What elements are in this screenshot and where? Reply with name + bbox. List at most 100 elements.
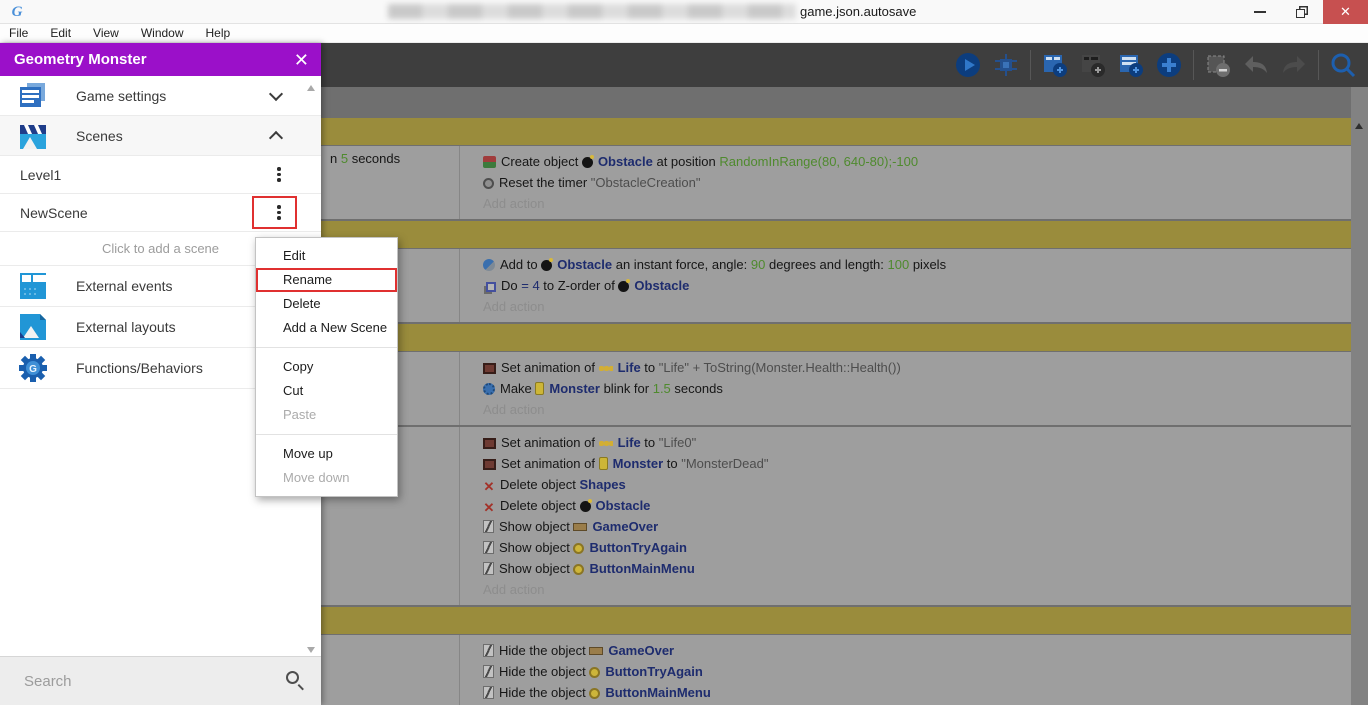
add-external-events-icon xyxy=(1079,51,1107,79)
event-text: Do xyxy=(501,278,521,293)
menu-file[interactable]: File xyxy=(0,26,39,40)
object-name: Monster xyxy=(549,381,600,396)
functions-behaviors-icon: G xyxy=(18,353,48,383)
object-name: GameOver xyxy=(592,519,658,534)
event-row[interactable]: Hide the object GameOverHide the object … xyxy=(321,635,1351,705)
event-text: blink for xyxy=(600,381,653,396)
action-row[interactable]: ✕Delete object Shapes xyxy=(483,474,1351,495)
section-game-settings[interactable]: Game settings xyxy=(0,76,321,116)
context-menu-item-paste[interactable]: Paste xyxy=(256,403,397,427)
menu-help[interactable]: Help xyxy=(195,26,242,40)
scene-item-level1[interactable]: Level1 xyxy=(0,156,321,194)
action-row[interactable]: Make Monster blink for 1.5 seconds xyxy=(483,378,1351,399)
add-new-button[interactable] xyxy=(1150,47,1188,83)
delete-icon: ✕ xyxy=(483,501,495,514)
section-label: Scenes xyxy=(76,128,123,144)
object-name: ButtonMainMenu xyxy=(605,685,710,700)
action-row[interactable]: Hide the object ButtonMainMenu xyxy=(483,682,1351,703)
action-row[interactable]: Set animation of Life to "Life" + ToStri… xyxy=(483,357,1351,378)
scroll-up-icon[interactable] xyxy=(1355,123,1363,129)
close-panel-icon[interactable]: ✕ xyxy=(294,51,309,69)
events-scrollbar[interactable] xyxy=(1351,87,1368,705)
timer-icon xyxy=(483,178,494,189)
event-text: Make xyxy=(500,381,535,396)
menu-edit[interactable]: Edit xyxy=(39,26,82,40)
context-menu-item-rename[interactable]: Rename xyxy=(256,268,397,292)
event-text: to xyxy=(641,360,659,375)
event-group-band[interactable] xyxy=(321,607,1351,634)
context-menu-item-move-down[interactable]: Move down xyxy=(256,466,397,490)
event-row[interactable]: Add to Obstacle an instant force, angle:… xyxy=(321,249,1351,322)
event-group-band[interactable] xyxy=(321,118,1351,145)
action-row[interactable]: ✕Delete object Obstacle xyxy=(483,495,1351,516)
conditions-cell[interactable] xyxy=(321,635,460,705)
chevron-down-icon[interactable] xyxy=(269,86,283,100)
add-external-events-button[interactable] xyxy=(1074,47,1112,83)
action-row[interactable]: Set animation of Monster to "MonsterDead… xyxy=(483,453,1351,474)
add-action-row[interactable]: Add action xyxy=(483,296,1351,317)
redo-button[interactable] xyxy=(1275,47,1313,83)
minimize-button[interactable] xyxy=(1239,0,1281,24)
action-row[interactable]: Show object ButtonMainMenu xyxy=(483,558,1351,579)
context-menu-item-add-a-new-scene[interactable]: Add a New Scene xyxy=(256,316,397,340)
add-action-row[interactable]: Add action xyxy=(483,193,1351,214)
action-row[interactable]: Add to Obstacle an instant force, angle:… xyxy=(483,254,1351,275)
event-group-band[interactable] xyxy=(321,221,1351,248)
object-name: Obstacle xyxy=(596,498,651,513)
object-name: ButtonTryAgain xyxy=(605,664,703,679)
close-window-button[interactable]: ✕ xyxy=(1323,0,1368,24)
undo-button[interactable] xyxy=(1237,47,1275,83)
add-action-placeholder[interactable]: Add action xyxy=(483,582,544,597)
add-action-placeholder[interactable]: Add action xyxy=(483,402,544,417)
debug-icon xyxy=(992,51,1020,79)
action-row[interactable]: Set animation of Life to "Life0" xyxy=(483,432,1351,453)
menu-view[interactable]: View xyxy=(82,26,130,40)
play-button[interactable] xyxy=(949,47,987,83)
bomb-icon xyxy=(580,501,591,512)
scene-options-kebab-icon[interactable] xyxy=(270,163,288,187)
gdevelop-window: G game.json.autosave ✕ FileEditViewWindo… xyxy=(0,0,1368,705)
add-action-row[interactable]: Add action xyxy=(483,579,1351,600)
section-label: Game settings xyxy=(76,88,166,104)
add-scene-button[interactable] xyxy=(1036,47,1074,83)
context-menu-item-copy[interactable]: Copy xyxy=(256,355,397,379)
action-row[interactable]: Hide the object GameOver xyxy=(483,640,1351,661)
animation-icon xyxy=(483,438,496,449)
action-row[interactable]: Create object Obstacle at position Rando… xyxy=(483,151,1351,172)
toolbar xyxy=(321,43,1368,87)
event-row[interactable]: n 5 seconds Create object Obstacle at pos… xyxy=(321,146,1351,219)
action-row[interactable]: Show object GameOver xyxy=(483,516,1351,537)
action-row[interactable]: Do = 4 to Z-order of Obstacle xyxy=(483,275,1351,296)
context-menu-item-move-up[interactable]: Move up xyxy=(256,442,397,466)
section-scenes[interactable]: Scenes xyxy=(0,116,321,156)
action-row[interactable]: Reset the timer "ObstacleCreation" xyxy=(483,172,1351,193)
add-external-layout-button[interactable] xyxy=(1112,47,1150,83)
panel-scroll-up-icon[interactable] xyxy=(307,85,315,91)
event-text: seconds xyxy=(671,381,723,396)
event-group-band[interactable] xyxy=(321,324,1351,351)
conditions-cell[interactable]: n 5 seconds xyxy=(321,146,460,219)
remove-scene-button[interactable] xyxy=(1199,47,1237,83)
monster-icon xyxy=(599,457,608,470)
gameover-icon xyxy=(573,523,587,531)
menu-window[interactable]: Window xyxy=(130,26,195,40)
context-menu-item-delete[interactable]: Delete xyxy=(256,292,397,316)
zorder-icon xyxy=(486,282,496,292)
add-action-placeholder[interactable]: Add action xyxy=(483,196,544,211)
restore-button[interactable] xyxy=(1281,0,1323,24)
chevron-up-icon[interactable] xyxy=(269,130,283,144)
panel-scroll-down-icon[interactable] xyxy=(307,647,315,653)
search-input[interactable] xyxy=(24,673,264,690)
debug-button[interactable] xyxy=(987,47,1025,83)
event-row[interactable]: Set animation of Life to "Life" + ToStri… xyxy=(321,352,1351,425)
event-row[interactable]: Set animation of Life to "Life0"Set anim… xyxy=(321,427,1351,605)
search-icon[interactable] xyxy=(286,671,299,684)
add-action-placeholder[interactable]: Add action xyxy=(483,299,544,314)
search-button[interactable] xyxy=(1324,47,1362,83)
game-settings-icon xyxy=(18,81,48,111)
action-row[interactable]: Show object ButtonTryAgain xyxy=(483,537,1351,558)
action-row[interactable]: Hide the object ButtonTryAgain xyxy=(483,661,1351,682)
context-menu-item-edit[interactable]: Edit xyxy=(256,244,397,268)
add-action-row[interactable]: Add action xyxy=(483,399,1351,420)
context-menu-item-cut[interactable]: Cut xyxy=(256,379,397,403)
